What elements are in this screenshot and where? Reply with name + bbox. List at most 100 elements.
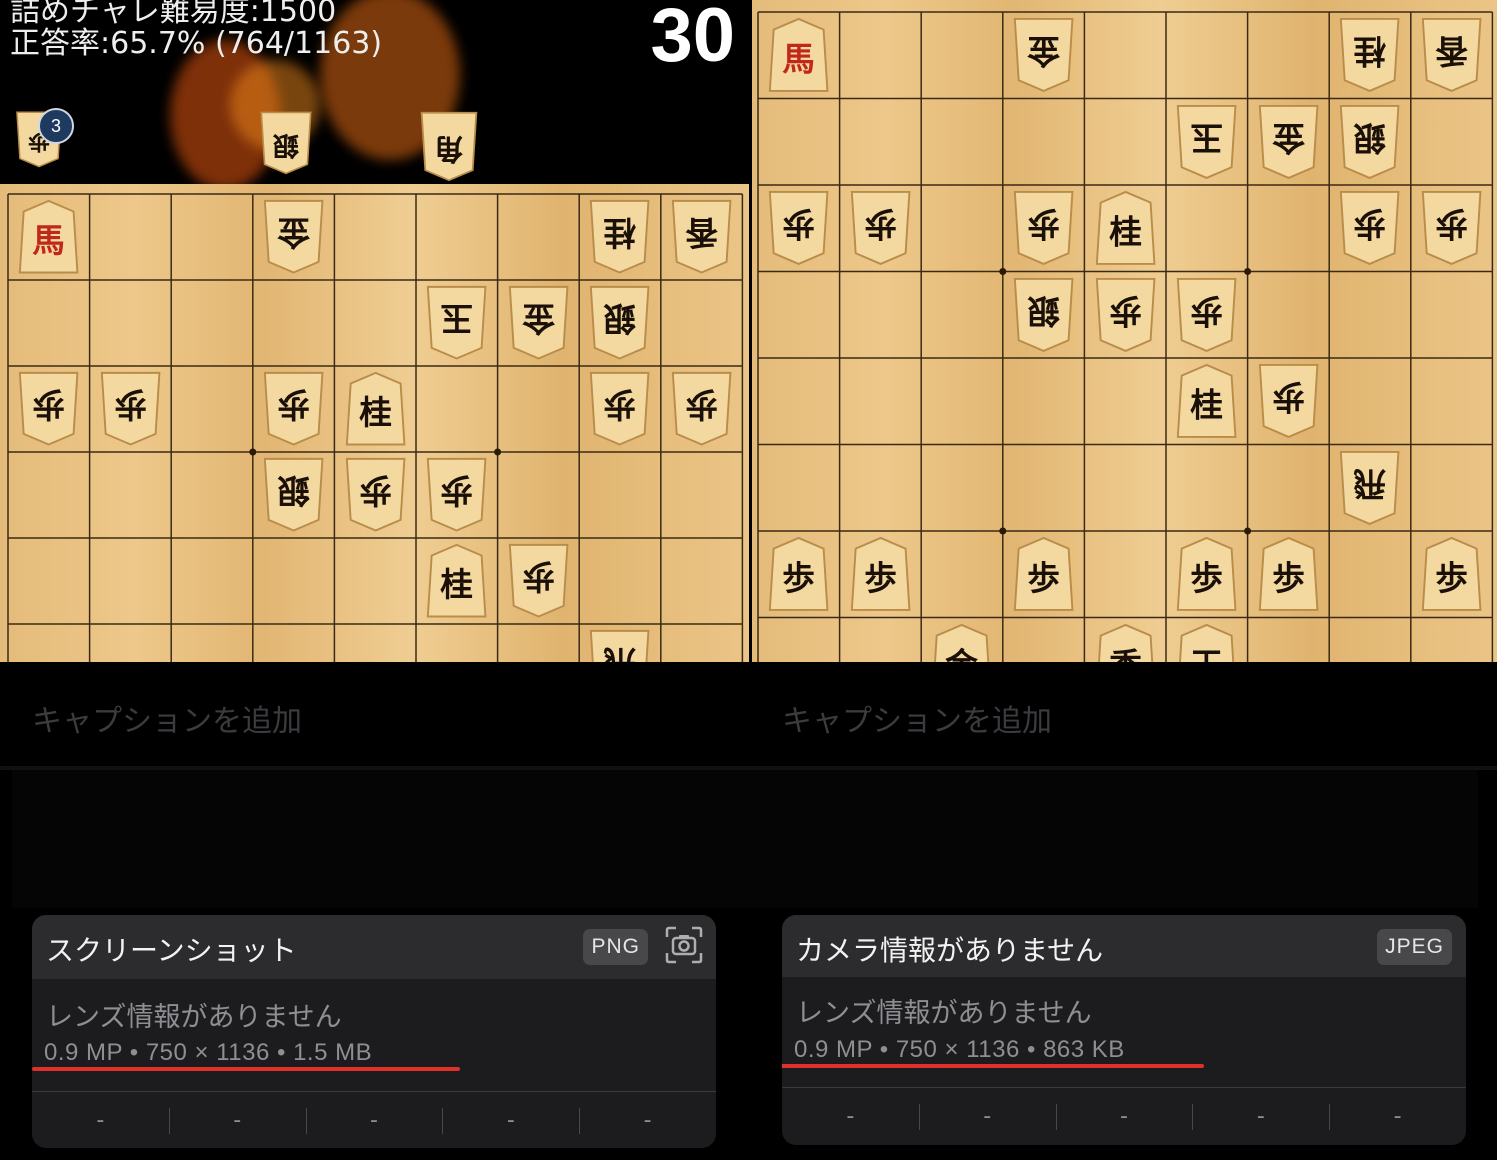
exif-shutter: - [1329,1088,1466,1145]
exif-ev: - [305,1092,443,1148]
svg-text:香: 香 [1435,32,1468,70]
exif-focal: - [918,1088,1056,1145]
svg-text:桂: 桂 [1109,214,1142,252]
shogi-piece[interactable]: 歩 [1093,276,1158,354]
hand-piece-silver[interactable]: 銀 [258,110,314,182]
shogi-piece[interactable]: 香 [669,198,734,275]
svg-text:金: 金 [1027,32,1061,70]
svg-text:香: 香 [685,213,718,251]
exif-shutter: - [579,1092,716,1148]
shogi-piece[interactable]: 歩 [1174,276,1239,354]
svg-text:歩: 歩 [32,385,65,423]
media-strip [12,770,1478,908]
card-header: スクリーンショット PNG [32,915,716,979]
shogi-piece[interactable]: 歩 [1337,189,1402,267]
shogi-board-left[interactable]: 馬金桂香玉金銀歩歩歩桂歩歩銀歩歩桂歩飛 [0,184,749,662]
svg-text:歩: 歩 [1190,560,1223,598]
exif-row: - - - - - [782,1087,1466,1145]
svg-text:歩: 歩 [1272,378,1305,416]
shogi-piece[interactable]: 金 [261,198,326,275]
hand-piece-bishop[interactable]: 角 [418,110,480,184]
shogi-piece[interactable]: 歩 [261,370,326,447]
format-badge: PNG [583,929,648,965]
svg-text:歩: 歩 [1190,291,1223,329]
shogi-piece[interactable]: 玉 [1174,622,1239,662]
red-underline [32,1067,460,1071]
shogi-piece[interactable]: 歩 [848,189,913,267]
shogi-piece[interactable]: 飛 [1337,449,1402,527]
shogi-piece[interactable]: 桂 [343,370,408,447]
shogi-piece[interactable]: 香 [1093,622,1158,662]
screenshot-icon [664,925,704,965]
shogi-piece[interactable]: 金 [1256,103,1321,181]
svg-text:歩: 歩 [782,205,815,243]
card-title: スクリーンショット [46,934,297,967]
svg-text:桂: 桂 [604,213,637,251]
shogi-piece[interactable]: 銀 [587,284,652,361]
shogi-piece[interactable]: 金 [1011,16,1076,94]
shogi-piece[interactable]: 歩 [1256,362,1321,440]
shogi-piece[interactable]: 歩 [1419,189,1484,267]
exif-ev: - [1055,1088,1193,1145]
hand-count-badge: 3 [38,108,74,144]
exif-focal: - [168,1092,306,1148]
svg-text:玉: 玉 [440,299,473,337]
shogi-piece[interactable]: 歩 [1419,535,1484,613]
shogi-piece[interactable]: 歩 [669,370,734,447]
shogi-piece[interactable]: 歩 [506,542,571,619]
shogi-piece[interactable]: 銀 [261,456,326,533]
move-counter: 30 [650,0,735,78]
svg-text:桂: 桂 [359,394,392,432]
shogi-piece[interactable]: 香 [1419,16,1484,94]
shogi-piece[interactable]: 歩 [766,535,831,613]
shogi-piece[interactable]: 銀 [1011,276,1076,354]
exif-row: - - - - - [32,1091,716,1148]
svg-text:歩: 歩 [604,385,637,423]
svg-text:香: 香 [1109,646,1142,662]
shogi-piece[interactable]: 玉 [1174,103,1239,181]
image-meta: 0.9 MP • 750 × 1136 • 863 KB [794,1036,1125,1063]
shogi-piece[interactable]: 桂 [1337,16,1402,94]
shogi-piece[interactable]: 玉 [424,284,489,361]
shogi-piece[interactable]: 歩 [1011,189,1076,267]
shogi-piece[interactable]: 歩 [848,535,913,613]
shogi-piece[interactable]: 歩 [424,456,489,533]
shogi-piece[interactable]: 金 [506,284,571,361]
shogi-piece[interactable]: 銀 [1337,103,1402,181]
shogi-piece[interactable]: 桂 [1174,362,1239,440]
shogi-piece[interactable]: 歩 [1174,535,1239,613]
shogi-piece[interactable]: 歩 [1011,535,1076,613]
shogi-piece[interactable]: 歩 [587,370,652,447]
svg-text:銀: 銀 [603,299,636,337]
exif-aperture: - [1192,1088,1329,1145]
shogi-piece[interactable]: 金 [929,622,994,662]
svg-text:歩: 歩 [782,560,815,598]
photo-info-card-left: スクリーンショット PNG レンズ情報がありません 0.9 MP • 750 ×… [32,915,716,1148]
photo-info-card-right: カメラ情報がありません JPEG レンズ情報がありません 0.9 MP • 75… [782,915,1466,1145]
caption-input-right[interactable]: キャプションを追加 [782,696,1052,740]
shogi-piece[interactable]: 桂 [587,198,652,275]
shogi-piece[interactable]: 歩 [1256,535,1321,613]
shogi-piece[interactable]: 歩 [16,370,81,447]
shogi-piece[interactable]: 馬 [16,198,81,275]
svg-text:金: 金 [522,299,556,337]
shogi-piece[interactable]: 歩 [343,456,408,533]
svg-text:歩: 歩 [522,557,555,595]
puzzle-header: 詰めチャレ難易度:1500 正答率:65.7% (764/1163) 30 歩 … [0,0,749,184]
card-title: カメラ情報がありません [796,934,1104,967]
svg-text:桂: 桂 [1354,32,1387,70]
shogi-piece[interactable]: 歩 [98,370,163,447]
red-underline [782,1064,1204,1068]
svg-text:歩: 歩 [1435,560,1468,598]
svg-text:桂: 桂 [440,566,473,604]
shogi-piece[interactable]: 馬 [766,16,831,94]
shogi-board-right[interactable]: 馬金桂香玉金銀歩歩歩桂歩歩銀歩歩桂歩飛歩歩歩歩歩歩金香玉 [752,0,1497,662]
svg-text:歩: 歩 [1109,291,1142,329]
shogi-piece[interactable]: 歩 [766,189,831,267]
image-meta: 0.9 MP • 750 × 1136 • 1.5 MB [44,1039,373,1066]
caption-input-left[interactable]: キャプションを追加 [32,696,302,740]
svg-text:玉: 玉 [1190,646,1223,662]
shogi-piece[interactable]: 飛 [587,628,652,662]
shogi-piece[interactable]: 桂 [424,542,489,619]
shogi-piece[interactable]: 桂 [1093,189,1158,267]
